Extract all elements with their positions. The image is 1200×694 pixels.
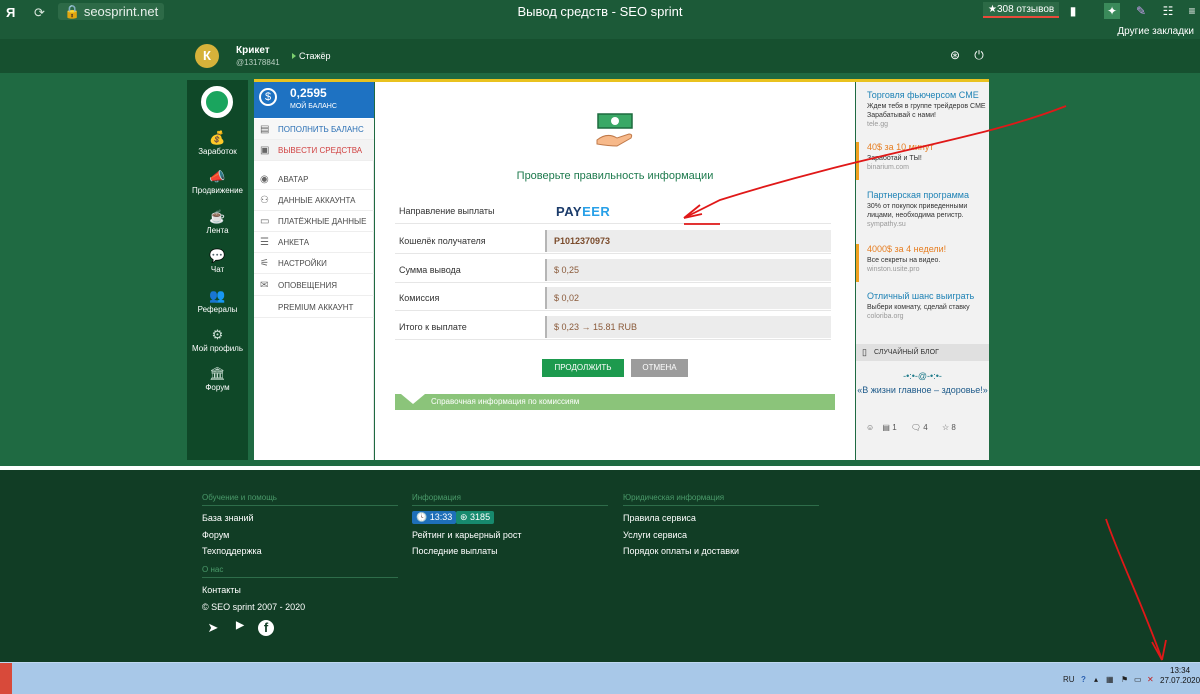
- network-icon[interactable]: ▦: [1106, 675, 1114, 684]
- system-clock[interactable]: 13:34 27.07.2020: [1160, 666, 1200, 686]
- os-taskbar: RU ? ▴ ▦ ⚑ ▭ ✕ 13:34 27.07.2020: [0, 662, 1200, 694]
- screen-icon[interactable]: ▭: [1134, 675, 1142, 684]
- arrow-head-payeer: [683, 204, 703, 219]
- flag-icon[interactable]: ⚑: [1121, 675, 1128, 684]
- language-indicator[interactable]: RU: [1063, 675, 1075, 684]
- help-icon[interactable]: ?: [1081, 675, 1086, 684]
- annotation-arrows: [683, 105, 1167, 661]
- start-button[interactable]: [0, 663, 12, 694]
- volume-icon[interactable]: ✕: [1147, 675, 1154, 684]
- arrow-to-clock: [1105, 518, 1163, 661]
- arrow-to-payeer: [683, 105, 1067, 219]
- tray-arrow-icon[interactable]: ▴: [1094, 675, 1098, 684]
